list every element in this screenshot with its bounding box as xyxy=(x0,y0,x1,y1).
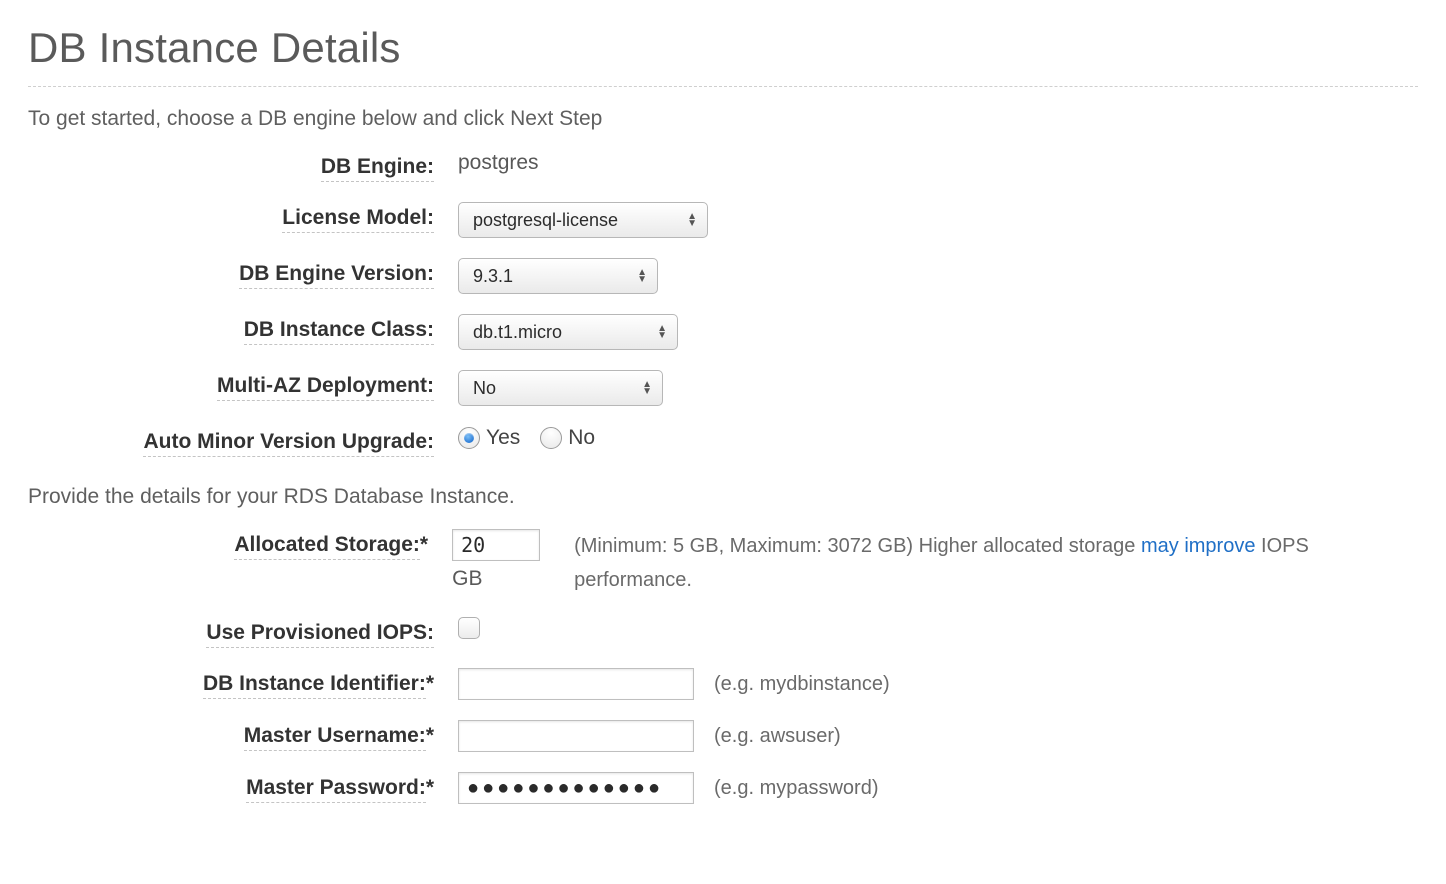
value-multi-az: No ▲▼ xyxy=(458,370,663,406)
label-instance-identifier: DB Instance Identifier:* xyxy=(28,668,458,699)
chevron-updown-icon: ▲▼ xyxy=(637,269,647,283)
allocated-storage-hint: (Minimum: 5 GB, Maximum: 3072 GB) Higher… xyxy=(574,529,1418,597)
chevron-updown-icon: ▲▼ xyxy=(642,381,652,395)
details-form: Allocated Storage:* GB (Minimum: 5 GB, M… xyxy=(28,529,1418,804)
page-title: DB Instance Details xyxy=(28,24,1418,72)
row-auto-minor-upgrade: Auto Minor Version Upgrade: Yes No xyxy=(28,426,1418,457)
allocated-storage-unit: GB xyxy=(452,567,482,591)
label-engine-version: DB Engine Version: xyxy=(28,258,458,289)
value-license-model: postgresql-license ▲▼ xyxy=(458,202,708,238)
chevron-updown-icon: ▲▼ xyxy=(687,213,697,227)
auto-minor-upgrade-radio-group: Yes No xyxy=(458,426,609,450)
row-multi-az: Multi-AZ Deployment: No ▲▼ xyxy=(28,370,1418,406)
row-db-engine: DB Engine: postgres xyxy=(28,151,1418,182)
auto-minor-upgrade-no[interactable]: No xyxy=(540,426,595,450)
value-db-engine: postgres xyxy=(458,151,539,175)
row-engine-version: DB Engine Version: 9.3.1 ▲▼ xyxy=(28,258,1418,294)
use-iops-checkbox[interactable] xyxy=(458,617,480,639)
value-allocated-storage: GB (Minimum: 5 GB, Maximum: 3072 GB) Hig… xyxy=(452,529,1418,597)
row-instance-identifier: DB Instance Identifier:* (e.g. mydbinsta… xyxy=(28,668,1418,700)
instance-identifier-input[interactable] xyxy=(458,668,694,700)
instruction-details: Provide the details for your RDS Databas… xyxy=(28,485,1418,509)
instance-class-select[interactable]: db.t1.micro ▲▼ xyxy=(458,314,678,350)
engine-version-select[interactable]: 9.3.1 ▲▼ xyxy=(458,258,658,294)
title-divider xyxy=(28,86,1418,87)
value-engine-version: 9.3.1 ▲▼ xyxy=(458,258,658,294)
license-model-select[interactable]: postgresql-license ▲▼ xyxy=(458,202,708,238)
value-instance-identifier: (e.g. mydbinstance) xyxy=(458,668,890,700)
db-instance-details-page: DB Instance Details To get started, choo… xyxy=(0,0,1446,848)
label-use-iops: Use Provisioned IOPS: xyxy=(28,617,458,648)
label-license-model: License Model: xyxy=(28,202,458,233)
label-auto-minor-upgrade: Auto Minor Version Upgrade: xyxy=(28,426,458,457)
may-improve-link[interactable]: may improve xyxy=(1141,535,1255,557)
row-instance-class: DB Instance Class: db.t1.micro ▲▼ xyxy=(28,314,1418,350)
row-license-model: License Model: postgresql-license ▲▼ xyxy=(28,202,1418,238)
value-master-username: (e.g. awsuser) xyxy=(458,720,841,752)
row-use-iops: Use Provisioned IOPS: xyxy=(28,617,1418,648)
label-master-username: Master Username:* xyxy=(28,720,458,751)
label-allocated-storage: Allocated Storage:* xyxy=(28,529,452,560)
master-username-hint: (e.g. awsuser) xyxy=(714,725,841,748)
label-db-engine: DB Engine: xyxy=(28,151,458,182)
radio-unchecked-icon xyxy=(540,427,562,449)
allocated-storage-input[interactable] xyxy=(452,529,540,561)
instruction-engine: To get started, choose a DB engine below… xyxy=(28,107,1418,131)
value-master-password: (e.g. mypassword) xyxy=(458,772,879,804)
db-engine-value: postgres xyxy=(458,151,539,175)
multi-az-select[interactable]: No ▲▼ xyxy=(458,370,663,406)
value-instance-class: db.t1.micro ▲▼ xyxy=(458,314,678,350)
instance-identifier-hint: (e.g. mydbinstance) xyxy=(714,673,890,696)
engine-form: DB Engine: postgres License Model: postg… xyxy=(28,151,1418,457)
master-username-input[interactable] xyxy=(458,720,694,752)
value-use-iops xyxy=(458,617,480,639)
chevron-updown-icon: ▲▼ xyxy=(657,325,667,339)
row-master-password: Master Password:* (e.g. mypassword) xyxy=(28,772,1418,804)
value-auto-minor-upgrade: Yes No xyxy=(458,426,609,450)
label-multi-az: Multi-AZ Deployment: xyxy=(28,370,458,401)
label-master-password: Master Password:* xyxy=(28,772,458,803)
master-password-input[interactable] xyxy=(458,772,694,804)
row-allocated-storage: Allocated Storage:* GB (Minimum: 5 GB, M… xyxy=(28,529,1418,597)
row-master-username: Master Username:* (e.g. awsuser) xyxy=(28,720,1418,752)
radio-checked-icon xyxy=(458,427,480,449)
auto-minor-upgrade-yes[interactable]: Yes xyxy=(458,426,520,450)
master-password-hint: (e.g. mypassword) xyxy=(714,777,879,800)
label-instance-class: DB Instance Class: xyxy=(28,314,458,345)
